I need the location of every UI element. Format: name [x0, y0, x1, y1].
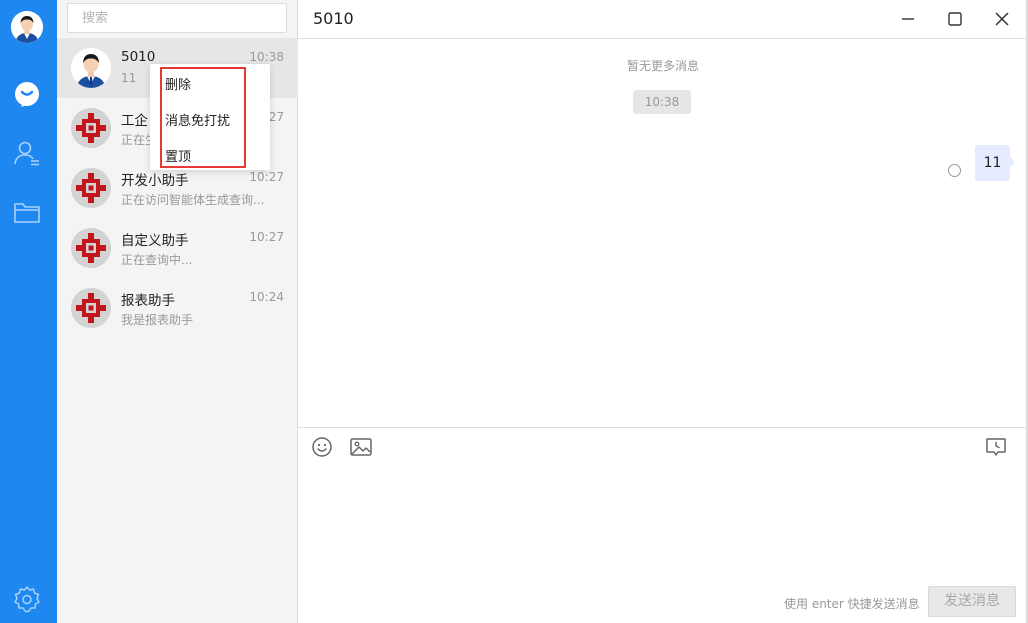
send-status-icon: [948, 164, 961, 177]
no-more-messages: 暂无更多消息: [626, 59, 699, 73]
conversation-time: 10:27: [249, 170, 284, 184]
person-avatar: [71, 48, 111, 88]
user-avatar[interactable]: [11, 11, 43, 43]
conversation-time: 27: [268, 110, 284, 124]
input-area[interactable]: 使用 enter 快捷发送消息 发送消息: [298, 427, 1028, 623]
message-bubble[interactable]: 11: [975, 145, 1010, 181]
minimize-icon[interactable]: [895, 6, 921, 32]
time-separator: 10:38: [633, 90, 691, 114]
chat-title: 5010: [313, 9, 354, 28]
conversation-name: 报表助手: [121, 293, 175, 309]
search-input[interactable]: [67, 3, 287, 33]
bot-logo-avatar: [71, 108, 111, 148]
send-hint: 使用 enter 快捷发送消息: [784, 597, 920, 611]
conversation-name: 自定义助手: [121, 233, 189, 249]
conversation-name: 5010: [121, 49, 156, 65]
chat-header: 5010: [298, 0, 1028, 39]
chat-icon[interactable]: [13, 80, 41, 108]
conversation-preview: 正在查询中...: [121, 253, 193, 267]
bot-logo-avatar: [71, 168, 111, 208]
conversation-time: 10:38: [249, 50, 284, 64]
context-menu: 删除 消息免打扰 置顶: [150, 64, 270, 170]
contacts-icon[interactable]: [13, 139, 41, 167]
emoji-icon[interactable]: [310, 435, 334, 459]
maximize-icon[interactable]: [942, 6, 968, 32]
bot-logo-avatar: [71, 288, 111, 328]
close-icon[interactable]: [989, 6, 1015, 32]
image-icon[interactable]: [349, 435, 373, 459]
nav-rail: [0, 0, 57, 623]
menu-item-pin[interactable]: 置顶: [165, 146, 191, 165]
conversation-name: 工企: [121, 113, 148, 129]
menu-item-delete[interactable]: 删除: [165, 74, 191, 93]
settings-icon[interactable]: [13, 585, 41, 613]
bot-logo-avatar: [71, 228, 111, 268]
message-history-icon[interactable]: [984, 435, 1008, 459]
conversation-item[interactable]: 自定义助手 10:27 正在查询中...: [57, 218, 298, 278]
conversation-time: 10:24: [249, 290, 284, 304]
menu-item-mute[interactable]: 消息免打扰: [165, 110, 230, 129]
message-area: 暂无更多消息 10:38 11: [298, 39, 1028, 427]
conversation-item[interactable]: 报表助手 10:24 我是报表助手: [57, 278, 298, 338]
send-button[interactable]: 发送消息: [928, 586, 1016, 617]
conversation-preview: 我是报表助手: [121, 313, 194, 327]
conversation-name: 开发小助手: [121, 173, 189, 189]
folder-icon[interactable]: [13, 198, 41, 226]
conversation-time: 10:27: [249, 230, 284, 244]
bubble-tail: [1010, 157, 1015, 167]
conversation-preview: 正在访问智能体生成查询...: [121, 193, 265, 207]
